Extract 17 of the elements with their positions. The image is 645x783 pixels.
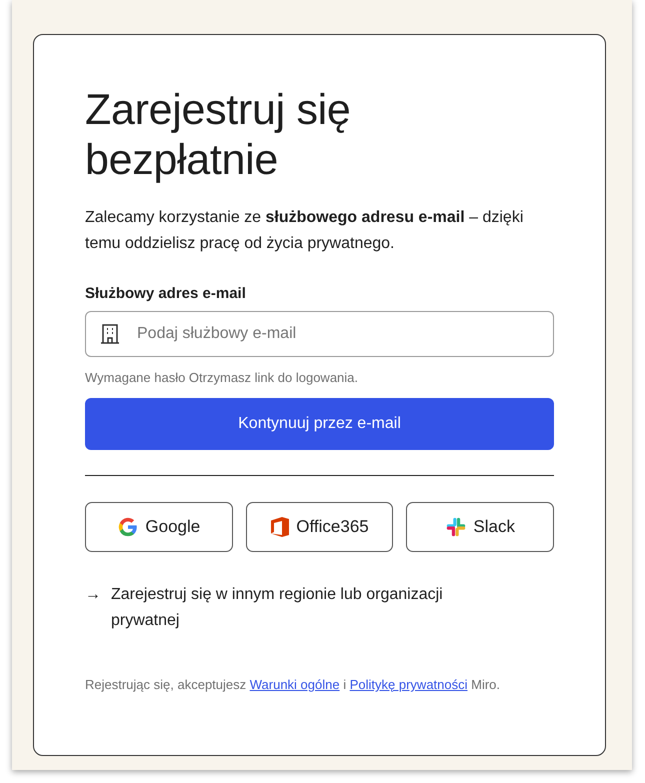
hint-text: Wymagane hasło Otrzymasz link do logowania. [85,370,360,385]
terms-text: Rejestrując się, akceptujesz Warunki ogólne i Politykę prywatności Miro. [85,676,502,693]
office-icon [270,516,290,538]
continue-button[interactable]: Kontynuuj przez e-mail [85,398,554,450]
field-label: Służbowy adres e-mail [85,285,247,302]
page-title: Zarejestruj się bezpłatnie [85,85,352,185]
arrow-icon: → [85,582,101,634]
region-link[interactable]: Zarejestruj się w innym regionie lub organizacji prywatnej [111,582,511,634]
terms-link[interactable]: Politykę prywatności [350,677,468,692]
terms-link[interactable]: Warunki ogólne [250,677,340,692]
slack-button[interactable]: Slack [406,502,554,552]
slack-icon [445,516,468,538]
google-button[interactable]: Google [85,502,233,552]
google-icon [117,516,140,538]
intro-text: Zalecamy korzystanie ze służbowego adresu e-mail – dzięki temu oddzielisz pracę od życia prywatnego. [85,208,524,254]
email-field[interactable]: Podaj służbowy e-mail [85,311,554,357]
office-button[interactable]: Office365 [246,502,394,552]
